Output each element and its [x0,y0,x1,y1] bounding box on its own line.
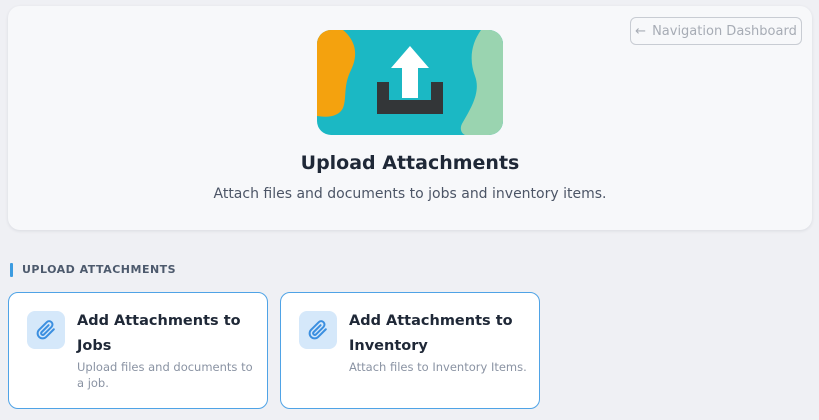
section-label: UPLOAD ATTACHMENTS [22,263,177,276]
card-title: Add Attachments to Jobs [77,313,241,354]
upload-illustration [317,30,503,135]
navigation-dashboard-label: Navigation Dashboard [652,23,797,39]
card-description: Attach files to Inventory Items. [349,360,527,374]
card-description: Upload files and documents to a job. [77,360,253,390]
add-attachments-to-inventory-card[interactable]: Add Attachments to Inventory Attach file… [280,292,540,409]
card-title: Add Attachments to Inventory [349,313,513,354]
hero-panel: ← Navigation Dashboard Upload Attachment… [8,6,812,230]
paperclip-icon [299,311,337,349]
section-header: UPLOAD ATTACHMENTS [10,262,176,277]
page-subtitle: Attach files and documents to jobs and i… [213,186,607,202]
page: ← Navigation Dashboard Upload Attachment… [0,0,819,420]
page-title: Upload Attachments [300,152,520,174]
arrow-left-icon: ← [635,23,647,39]
section-accent-bar [10,262,13,277]
add-attachments-to-jobs-card[interactable]: Add Attachments to Jobs Upload files and… [8,292,268,409]
navigation-dashboard-button[interactable]: ← Navigation Dashboard [630,17,802,45]
paperclip-icon [27,311,65,349]
